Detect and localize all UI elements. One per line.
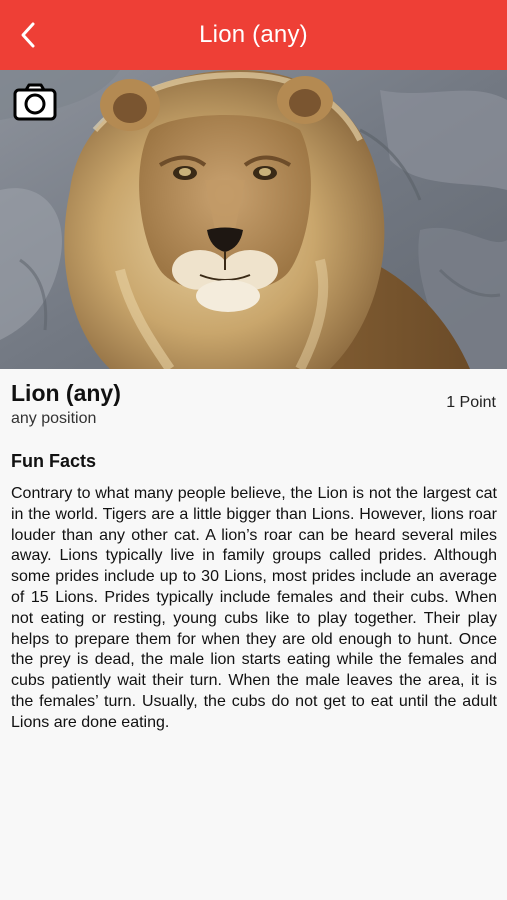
fun-facts-heading: Fun Facts bbox=[11, 451, 97, 471]
animal-position: any position bbox=[11, 410, 97, 427]
nav-title: Lion (any) bbox=[199, 21, 308, 48]
chevron-left-icon bbox=[21, 22, 35, 48]
nav-bar: Lion (any) bbox=[0, 0, 507, 70]
animal-photo bbox=[0, 70, 507, 369]
points-label: 1 Point bbox=[446, 394, 496, 411]
animal-name: Lion (any) bbox=[11, 380, 121, 406]
animal-header: Lion (any) any position bbox=[11, 378, 497, 430]
back-button[interactable] bbox=[10, 17, 46, 53]
camera-button[interactable] bbox=[13, 83, 57, 121]
camera-icon bbox=[13, 83, 57, 121]
fun-facts-text: Contrary to what many people believe, th… bbox=[11, 485, 497, 731]
